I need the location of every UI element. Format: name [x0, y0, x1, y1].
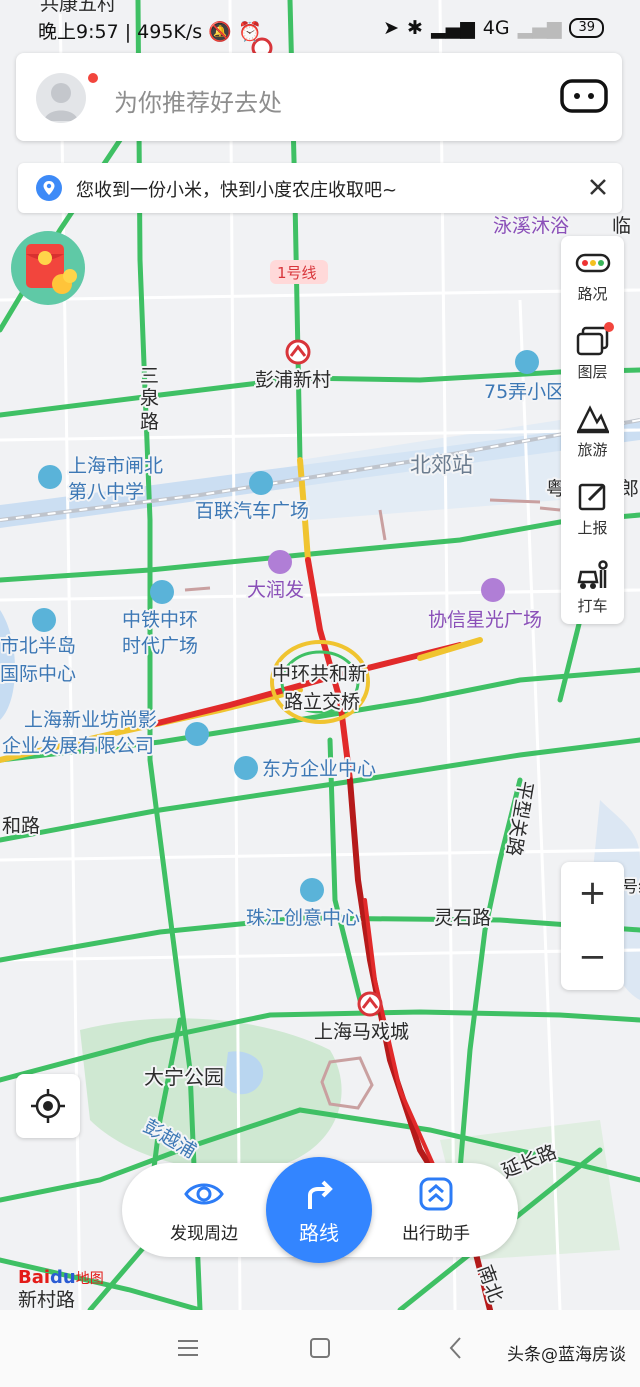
- map-label: 临: [612, 215, 631, 237]
- map-pin-icon: [36, 175, 62, 201]
- logo-bai: Bai: [18, 1267, 51, 1288]
- watermark: 头条@蓝海房谈: [507, 1345, 626, 1365]
- taxi-label: 打车: [577, 597, 608, 615]
- layers-label: 图层: [577, 363, 608, 381]
- map-label: 中环共和新: [272, 663, 367, 685]
- discover-button[interactable]: 发现周边: [144, 1177, 264, 1244]
- map-label: 北郊站: [410, 453, 473, 477]
- home-button[interactable]: [310, 1338, 330, 1358]
- layers-badge: [604, 322, 614, 332]
- map-label: 第八中学: [68, 481, 144, 503]
- route-button[interactable]: 路线: [266, 1157, 372, 1263]
- mountain-icon: [576, 405, 609, 434]
- map-label-road: 路: [140, 411, 159, 433]
- signal-icon: ▂▄▆: [430, 17, 475, 39]
- discover-label: 发现周边: [170, 1224, 238, 1244]
- network-type: 4G: [482, 17, 510, 39]
- mute-icon: 🔕: [208, 21, 232, 43]
- voice-assistant-icon[interactable]: [560, 79, 608, 113]
- net-speed: 495K/s: [137, 21, 203, 43]
- assistant-label: 出行助手: [402, 1224, 470, 1244]
- logo-map: 地图: [75, 1271, 104, 1287]
- notice-text: 您收到一份小米，快到小度农庄收取吧~: [76, 180, 398, 201]
- map-label-metro-line: 1号线: [277, 264, 317, 282]
- map-toolbar: 路况 图层 旅游 上报 打车: [561, 236, 624, 624]
- traffic-button[interactable]: 路况: [561, 236, 624, 314]
- route-label: 路线: [299, 1221, 339, 1245]
- map-label: 大润发: [247, 579, 304, 601]
- edit-icon: [578, 483, 606, 511]
- notification-dot: [88, 73, 98, 83]
- assistant-icon: [419, 1177, 453, 1211]
- traffic-label: 路况: [577, 285, 608, 303]
- taxi-button[interactable]: 打车: [561, 548, 624, 626]
- taxi-icon: [577, 560, 608, 589]
- map-label: 市北半岛: [0, 635, 76, 657]
- user-avatar-icon: [44, 83, 78, 121]
- zoom-in-button[interactable]: +: [561, 876, 624, 910]
- map-label: 时代广场: [122, 635, 198, 657]
- location-icon: ➤: [383, 17, 400, 39]
- signal-icon-2: ▂▄▆: [517, 17, 562, 39]
- logo-du: du: [50, 1267, 76, 1288]
- map-label: 泳溪沐浴: [493, 215, 569, 237]
- zoom-out-button[interactable]: −: [561, 940, 624, 974]
- map-label-road: 新村路: [18, 1289, 75, 1310]
- separator: |: [124, 21, 138, 43]
- report-label: 上报: [577, 519, 608, 537]
- layers-button[interactable]: 图层: [561, 314, 624, 392]
- locate-button[interactable]: [16, 1074, 80, 1138]
- map-label-road: 泉: [140, 387, 159, 409]
- back-icon[interactable]: [446, 1334, 466, 1362]
- close-icon[interactable]: [584, 173, 612, 201]
- map-label: 号线: [622, 877, 640, 896]
- baidu-map-logo: Baidu地图: [18, 1267, 104, 1288]
- map-label-road: 和路: [2, 815, 40, 837]
- map-label: 东方企业中心: [262, 758, 376, 780]
- map-label: 珠江创意中心: [246, 907, 360, 929]
- clock: 晚上9:57: [38, 21, 119, 43]
- status-bar: 晚上9:57 | 495K/s 🔕 ⏰ ➤ ✱ ▂▄▆ 4G ▂▄▆ 39: [0, 0, 640, 52]
- menu-icon[interactable]: [176, 1336, 200, 1360]
- map-label: 国际中心: [0, 663, 76, 685]
- travel-label: 旅游: [577, 441, 608, 459]
- map-label: 彭浦新村: [255, 369, 331, 391]
- map-label: 百联汽车广场: [195, 500, 309, 522]
- avatar[interactable]: [36, 73, 86, 123]
- alarm-icon: ⏰: [237, 21, 262, 43]
- search-input[interactable]: 为你推荐好去处: [114, 83, 282, 118]
- map-label: 上海新业坊尚影: [24, 709, 157, 731]
- notice-banner[interactable]: 您收到一份小米，快到小度农庄收取吧~: [18, 163, 622, 213]
- map-label-road: 三: [140, 365, 159, 387]
- battery-icon: 39: [569, 18, 604, 38]
- route-arrow-icon: [308, 1180, 333, 1209]
- assistant-button[interactable]: 出行助手: [376, 1177, 496, 1244]
- map-label: 75弄小区: [484, 381, 565, 403]
- map-label: 上海马戏城: [314, 1021, 409, 1043]
- map-label: 协信星光广场: [428, 609, 542, 631]
- map-label: 企业发展有限公司: [2, 735, 154, 757]
- map-label: 大宁公园: [144, 1065, 224, 1089]
- map-label: 上海市闸北: [68, 455, 163, 477]
- report-button[interactable]: 上报: [561, 470, 624, 548]
- map-label-road: 灵石路: [434, 907, 491, 929]
- travel-button[interactable]: 旅游: [561, 392, 624, 470]
- crosshair-icon: [31, 1089, 65, 1123]
- bluetooth-icon: ✱: [407, 17, 423, 39]
- status-right: ➤ ✱ ▂▄▆ 4G ▂▄▆ 39: [383, 17, 604, 39]
- eye-icon: [184, 1183, 224, 1205]
- traffic-light-icon: [575, 253, 611, 273]
- red-packet-icon[interactable]: [10, 230, 86, 306]
- search-bar[interactable]: 为你推荐好去处: [16, 53, 622, 141]
- system-nav-bar: 头条@蓝海房谈: [0, 1310, 640, 1387]
- map-label: 中铁中环: [122, 609, 198, 631]
- status-time: 晚上9:57 | 495K/s 🔕 ⏰: [38, 17, 262, 44]
- zoom-control: + −: [561, 862, 624, 990]
- map-label: 路立交桥: [284, 691, 360, 713]
